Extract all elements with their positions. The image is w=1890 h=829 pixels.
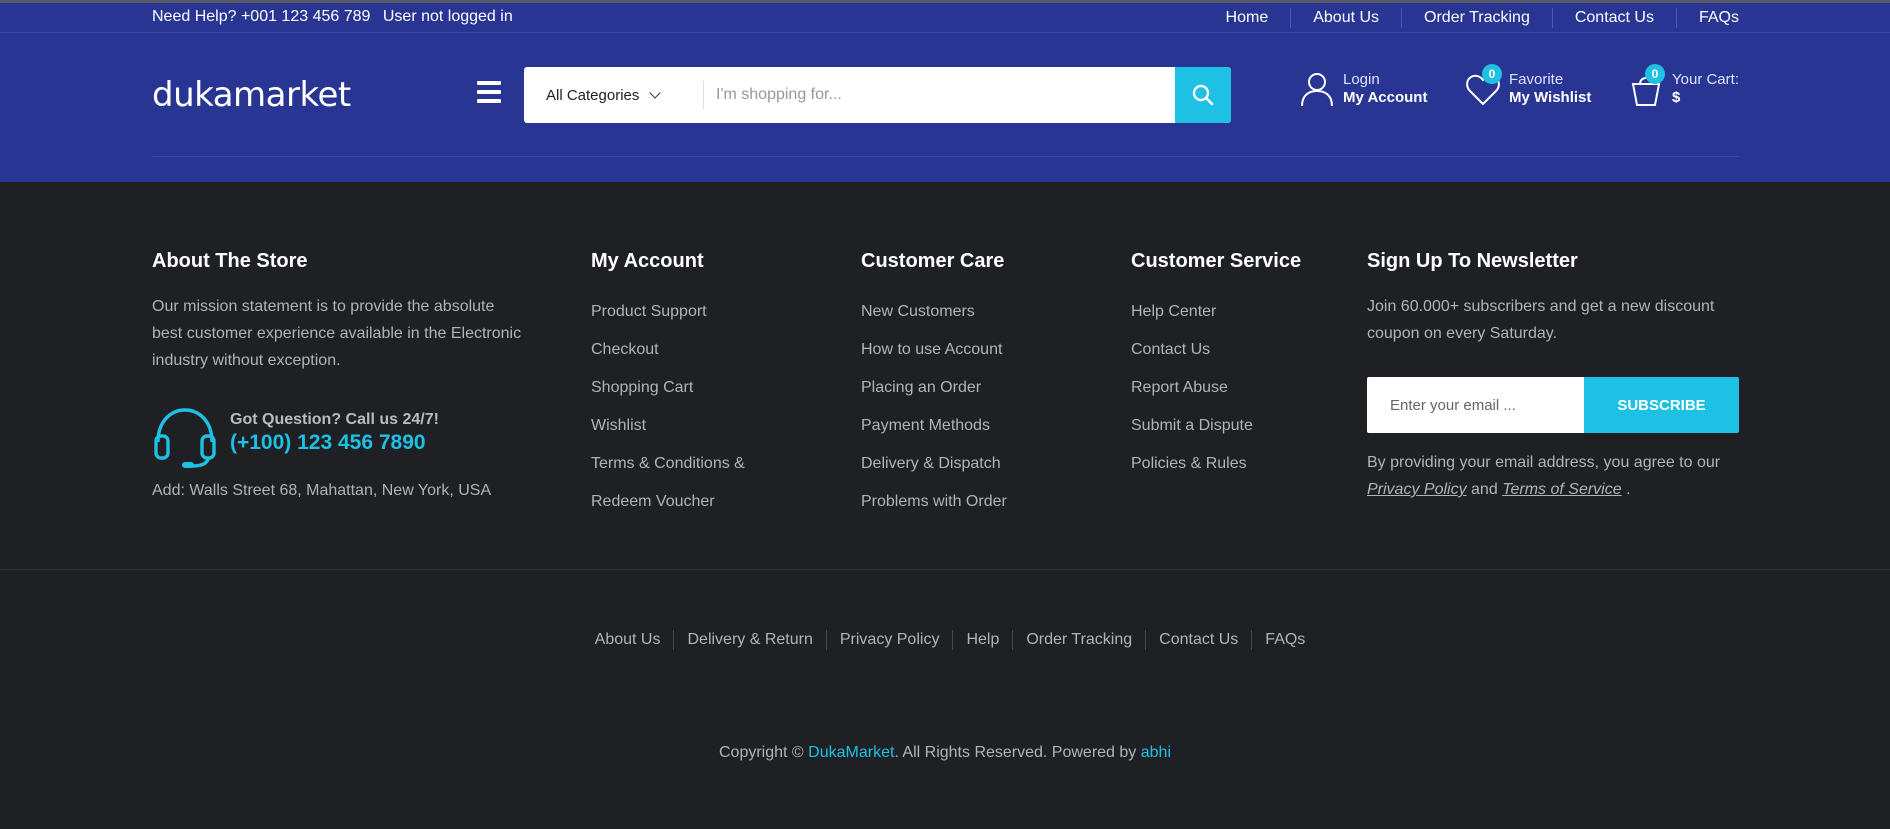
- bottom-link-faqs[interactable]: FAQs: [1251, 630, 1318, 650]
- site-logo[interactable]: dukamarket: [152, 75, 351, 115]
- footer-my-account-title: My Account: [591, 250, 704, 272]
- footer-link-checkout[interactable]: Checkout: [591, 331, 745, 369]
- newsletter-text: Join 60.000+ subscribers and get a new d…: [1367, 298, 1715, 342]
- footer-link-policies[interactable]: Policies & Rules: [1131, 445, 1301, 483]
- consent-prefix: By providing your email address, you agr…: [1367, 454, 1721, 471]
- contact-phone[interactable]: (+100) 123 456 7890: [230, 431, 439, 455]
- footer-link-payment-methods[interactable]: Payment Methods: [861, 407, 1007, 445]
- footer-link-contact-us[interactable]: Contact Us: [1131, 331, 1301, 369]
- wishlist-link[interactable]: 0 Favorite My Wishlist: [1465, 64, 1592, 107]
- help-info: Need Help? +001 123 456 789 User not log…: [152, 8, 513, 26]
- search-input[interactable]: [704, 67, 1175, 123]
- privacy-policy-link[interactable]: Privacy Policy: [1367, 481, 1467, 498]
- bottom-link-privacy[interactable]: Privacy Policy: [825, 630, 953, 650]
- footer-my-account-column: My Account Product Support Checkout Shop…: [591, 250, 745, 521]
- search-icon: [1192, 84, 1214, 106]
- subscribe-button[interactable]: SUBSCRIBE: [1584, 377, 1739, 433]
- copyright: Copyright © DukaMarket. All Rights Reser…: [0, 744, 1890, 762]
- email-field[interactable]: [1367, 377, 1584, 433]
- copyright-prefix: Copyright ©: [718, 744, 804, 761]
- wishlist-count-badge: 0: [1482, 64, 1502, 84]
- footer-link-shopping-cart[interactable]: Shopping Cart: [591, 369, 745, 407]
- footer-link-new-customers[interactable]: New Customers: [861, 293, 1007, 331]
- footer-link-submit-dispute[interactable]: Submit a Dispute: [1131, 407, 1301, 445]
- top-nav: Home About Us Order Tracking Contact Us …: [1204, 8, 1739, 28]
- search-button[interactable]: [1175, 67, 1231, 123]
- footer-newsletter-title: Sign Up To Newsletter: [1367, 250, 1578, 272]
- bottom-link-about[interactable]: About Us: [582, 630, 674, 650]
- footer-link-help-center[interactable]: Help Center: [1131, 293, 1301, 331]
- headset-icon: [154, 408, 216, 468]
- newsletter-form: SUBSCRIBE: [1367, 377, 1742, 433]
- copyright-author-link[interactable]: abhi: [1141, 744, 1171, 761]
- bottom-link-contact[interactable]: Contact Us: [1145, 630, 1251, 650]
- contact-question: Got Question? Call us 24/7!: [230, 411, 439, 428]
- footer-link-placing-order[interactable]: Placing an Order: [861, 369, 1007, 407]
- account-line1: Login: [1343, 71, 1380, 88]
- help-phone-text: Need Help? +001 123 456 789: [152, 8, 371, 25]
- top-nav-contact[interactable]: Contact Us: [1551, 8, 1676, 28]
- footer-link-terms[interactable]: Terms & Conditions &: [591, 445, 745, 483]
- footer-link-delivery-dispatch[interactable]: Delivery & Dispatch: [861, 445, 1007, 483]
- cart-line1: Your Cart:: [1672, 71, 1739, 88]
- bottom-link-delivery-return[interactable]: Delivery & Return: [673, 630, 825, 650]
- top-nav-about[interactable]: About Us: [1290, 8, 1401, 28]
- footer-newsletter-column: Sign Up To Newsletter Join 60.000+ subsc…: [1367, 250, 1742, 503]
- copyright-middle: . All Rights Reserved. Powered by: [894, 744, 1137, 761]
- footer-main: About The Store Our mission statement is…: [0, 182, 1890, 570]
- top-nav-home[interactable]: Home: [1204, 8, 1291, 28]
- footer-link-redeem-voucher[interactable]: Redeem Voucher: [591, 483, 745, 521]
- user-icon: [1301, 73, 1333, 107]
- top-nav-faqs[interactable]: FAQs: [1675, 8, 1739, 28]
- footer-link-problems-order[interactable]: Problems with Order: [861, 483, 1007, 521]
- site-header: dukamarket All Categories Login My Accou…: [0, 33, 1890, 182]
- account-link[interactable]: Login My Account: [1299, 71, 1427, 107]
- search-bar: All Categories: [524, 67, 1231, 123]
- bottom-link-order-tracking[interactable]: Order Tracking: [1012, 630, 1145, 650]
- wishlist-line1: Favorite: [1509, 71, 1564, 88]
- copyright-brand-link[interactable]: DukaMarket: [808, 744, 894, 761]
- footer-link-product-support[interactable]: Product Support: [591, 293, 745, 331]
- cart-line2: $: [1672, 89, 1681, 106]
- footer-link-how-to-use[interactable]: How to use Account: [861, 331, 1007, 369]
- footer-bottom-nav: About Us Delivery & Return Privacy Polic…: [0, 630, 1890, 650]
- contact-address: Add: Walls Street 68, Mahattan, New York…: [152, 482, 492, 499]
- header-divider: [152, 156, 1739, 157]
- chevron-down-icon: [649, 86, 662, 99]
- wishlist-line2: My Wishlist: [1509, 89, 1592, 106]
- bottom-link-help[interactable]: Help: [952, 630, 1012, 650]
- top-bar: Need Help? +001 123 456 789 User not log…: [0, 0, 1890, 33]
- newsletter-consent: By providing your email address, you agr…: [1367, 449, 1742, 503]
- top-nav-order-tracking[interactable]: Order Tracking: [1401, 8, 1552, 28]
- footer-about-title: About The Store: [152, 250, 308, 272]
- footer-customer-service-title: Customer Service: [1131, 250, 1302, 272]
- consent-and: and: [1471, 481, 1498, 498]
- account-line2: My Account: [1343, 89, 1428, 106]
- menu-hamburger-icon[interactable]: [477, 81, 501, 103]
- cart-link[interactable]: 0 Your Cart: $: [1628, 64, 1739, 107]
- footer-contact: Got Question? Call us 24/7! (+100) 123 4…: [152, 406, 522, 468]
- footer-customer-service-column: Customer Service Help Center Contact Us …: [1131, 250, 1301, 483]
- category-dropdown[interactable]: All Categories: [524, 81, 704, 109]
- login-status: User not logged in: [382, 8, 513, 25]
- category-dropdown-label: All Categories: [546, 86, 640, 104]
- cart-count-badge: 0: [1645, 64, 1665, 84]
- footer-link-report-abuse[interactable]: Report Abuse: [1131, 369, 1301, 407]
- footer-about-text: Our mission statement is to provide the …: [152, 298, 522, 369]
- footer-about-column: About The Store Our mission statement is…: [152, 250, 522, 500]
- consent-period: .: [1626, 481, 1631, 498]
- terms-of-service-link[interactable]: Terms of Service: [1502, 481, 1621, 498]
- footer-customer-care-title: Customer Care: [861, 250, 1005, 272]
- footer-link-wishlist[interactable]: Wishlist: [591, 407, 745, 445]
- footer-customer-care-column: Customer Care New Customers How to use A…: [861, 250, 1007, 521]
